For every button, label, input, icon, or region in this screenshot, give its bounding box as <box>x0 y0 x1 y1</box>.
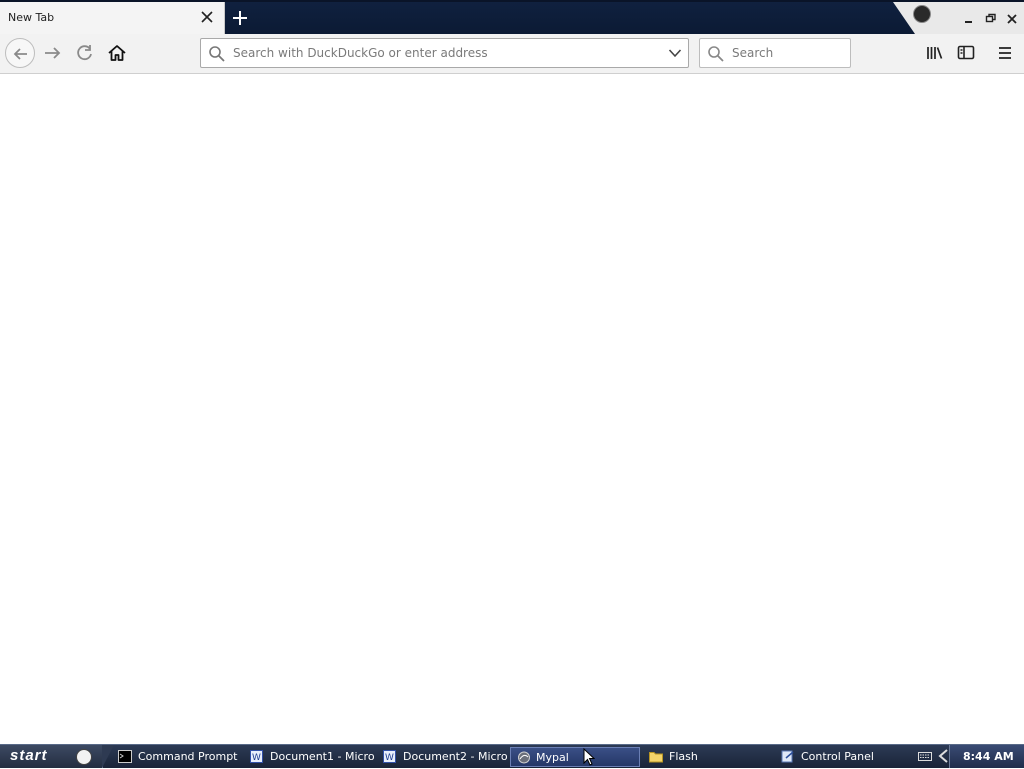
tab-strip: New Tab <box>0 0 1024 36</box>
keyboard-icon[interactable] <box>918 750 932 762</box>
library-button[interactable] <box>925 43 945 63</box>
clock[interactable]: 8:44 AM <box>963 750 1014 763</box>
taskbar-item-label: Command Prompt <box>138 750 238 763</box>
taskbar: start Command Prompt W Document1 - Micro… <box>0 744 1024 768</box>
new-tab-button[interactable] <box>230 8 250 28</box>
taskbar-item-control-panel[interactable]: Control Panel <box>781 747 901 767</box>
sidebar-toggle-button[interactable] <box>956 43 976 63</box>
taskbar-item-label: Flash <box>669 750 698 763</box>
taskbar-item-mypal[interactable]: Mypal <box>510 747 640 767</box>
search-icon <box>707 45 725 66</box>
address-bar[interactable] <box>200 38 689 68</box>
reload-button[interactable] <box>74 42 96 64</box>
taskbar-item-document2[interactable]: W Document2 - Micro... <box>383 747 508 767</box>
close-window-button[interactable] <box>1005 12 1019 26</box>
system-tray: 8:44 AM <box>915 745 1024 768</box>
start-button[interactable]: start <box>0 745 114 768</box>
tab-close-icon[interactable] <box>200 10 214 24</box>
back-button[interactable] <box>5 38 35 68</box>
taskbar-item-label: Mypal <box>536 751 569 764</box>
taskbar-item-label: Document1 - Micro... <box>270 750 375 763</box>
start-label: start <box>10 747 48 764</box>
control-panel-icon <box>781 750 795 763</box>
taskbar-item-label: Control Panel <box>801 750 874 763</box>
svg-text:W: W <box>252 753 261 763</box>
minimize-button[interactable] <box>962 12 976 26</box>
navigation-toolbar <box>0 34 1024 74</box>
taskbar-item-command-prompt[interactable]: Command Prompt <box>118 747 238 767</box>
page-content[interactable] <box>0 74 1024 744</box>
chevron-left-icon[interactable] <box>937 748 949 767</box>
word-doc-icon: W <box>250 750 264 763</box>
address-input[interactable] <box>233 44 653 62</box>
svg-text:W: W <box>385 753 394 763</box>
chevron-down-icon[interactable] <box>668 46 682 63</box>
search-input[interactable] <box>732 44 844 62</box>
folder-icon <box>649 750 663 763</box>
search-icon <box>208 45 226 66</box>
search-bar[interactable] <box>699 38 851 68</box>
home-button[interactable] <box>106 42 128 64</box>
start-logo-icon <box>76 749 92 765</box>
hamburger-menu-icon[interactable] <box>995 43 1015 63</box>
taskbar-item-label: Document2 - Micro... <box>403 750 508 763</box>
taskbar-item-document1[interactable]: W Document1 - Micro... <box>250 747 375 767</box>
terminal-icon <box>118 750 132 763</box>
forward-button[interactable] <box>42 42 64 64</box>
mypal-browser-icon <box>517 751 531 764</box>
word-doc-icon: W <box>383 750 397 763</box>
tab-new-tab[interactable]: New Tab <box>0 2 225 36</box>
mouse-cursor-icon <box>583 747 596 769</box>
tab-title: New Tab <box>8 11 55 24</box>
app-logo-icon <box>913 5 931 23</box>
taskbar-item-flash[interactable]: Flash <box>649 747 769 767</box>
restore-button[interactable] <box>984 12 998 26</box>
